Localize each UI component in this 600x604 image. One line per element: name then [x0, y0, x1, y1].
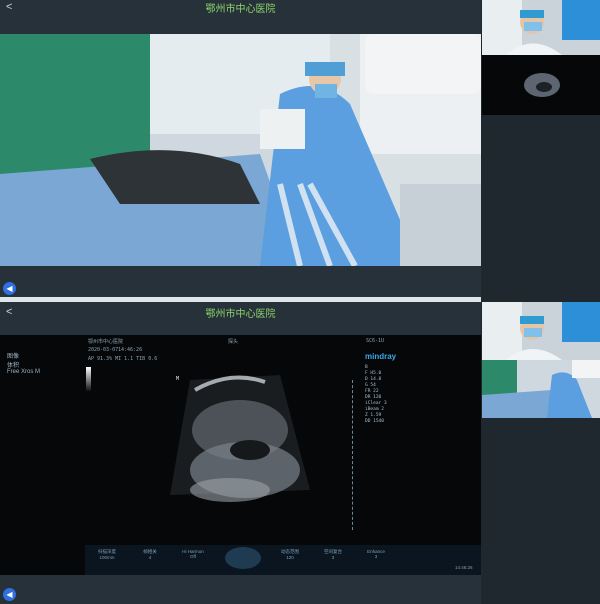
- ctl-enhance[interactable]: Enhance 3: [356, 549, 396, 559]
- us-header-right: SC6-1U: [366, 338, 385, 344]
- ctl-harmonic[interactable]: Hi Harmon Off: [173, 549, 213, 559]
- us-ap-line: AP 91.3% MI 1.1 TIB 0.6: [88, 356, 158, 362]
- ctl-value: 4: [148, 555, 152, 560]
- depth-scale: [352, 380, 355, 530]
- grayscale-bar: [86, 367, 91, 391]
- ctl-value: 100mm: [99, 555, 115, 560]
- ctl-value: 120: [286, 555, 294, 560]
- bottom-title-bar: < 鄂州市中心医院: [0, 305, 481, 320]
- ctl-dynamic-range[interactable]: 动态范围 120: [270, 549, 310, 560]
- us-menu-free-xros[interactable]: Free Xros M: [7, 369, 40, 375]
- ctl-compound[interactable]: 空间复合 3: [313, 549, 353, 560]
- ultrasound-thumbnail-top[interactable]: [482, 55, 600, 115]
- trackball-icon[interactable]: [225, 547, 261, 569]
- us-control-bar: 扫描深度 100mm 帧相关 4 Hi Harmon Off 动态范围 120 空间复合…: [85, 545, 481, 575]
- us-header-mid: 探头: [228, 339, 239, 345]
- operating-room-video[interactable]: [0, 34, 481, 266]
- back-button[interactable]: <: [6, 1, 12, 13]
- speaker-icon-2[interactable]: ◀: [3, 588, 16, 601]
- top-title-bar: < 鄂州市中心医院: [0, 0, 481, 15]
- remote-video-panel: < 鄂州市中心医院 ◀: [0, 0, 481, 297]
- us-menu-image[interactable]: 图像: [7, 351, 19, 360]
- doctor-thumbnail-bottom[interactable]: [482, 302, 600, 360]
- ctl-value: 3: [331, 555, 335, 560]
- probe-orientation-marker: M: [176, 376, 180, 382]
- operating-room-thumbnail[interactable]: [482, 360, 600, 418]
- doctor-thumbnail-top[interactable]: [482, 0, 600, 55]
- ctl-frame[interactable]: 帧相关 4: [130, 549, 170, 560]
- hospital-title: 鄂州市中心医院: [205, 4, 276, 15]
- ultrasound-image: [170, 375, 310, 502]
- back-button-2[interactable]: <: [6, 306, 12, 318]
- ultrasound-screen[interactable]: 鄂州市中心医院 探头 SC6-1U 2020-03-07 14:46:26 AP…: [0, 335, 481, 575]
- us-menu-volume[interactable]: 体积: [7, 360, 19, 369]
- ctl-depth[interactable]: 扫描深度 100mm: [87, 549, 127, 560]
- us-date: 2020-03-07: [88, 347, 119, 353]
- brand-logo: mindray: [365, 352, 397, 361]
- us-bottom-time: 14:46:26: [455, 565, 473, 570]
- us-header-left: 鄂州市中心医院: [88, 339, 124, 345]
- ctl-value: 3: [374, 554, 378, 559]
- us-time: 14:46:26: [118, 347, 143, 353]
- imaging-params: B F H5.0 D 14.8 G 54 FR 22 DR 120 iClear…: [365, 365, 387, 425]
- param-line: DD 1540: [365, 419, 384, 424]
- speaker-icon[interactable]: ◀: [3, 282, 16, 295]
- ctl-value: Off: [190, 554, 196, 559]
- hospital-title-2: 鄂州市中心医院: [205, 309, 276, 320]
